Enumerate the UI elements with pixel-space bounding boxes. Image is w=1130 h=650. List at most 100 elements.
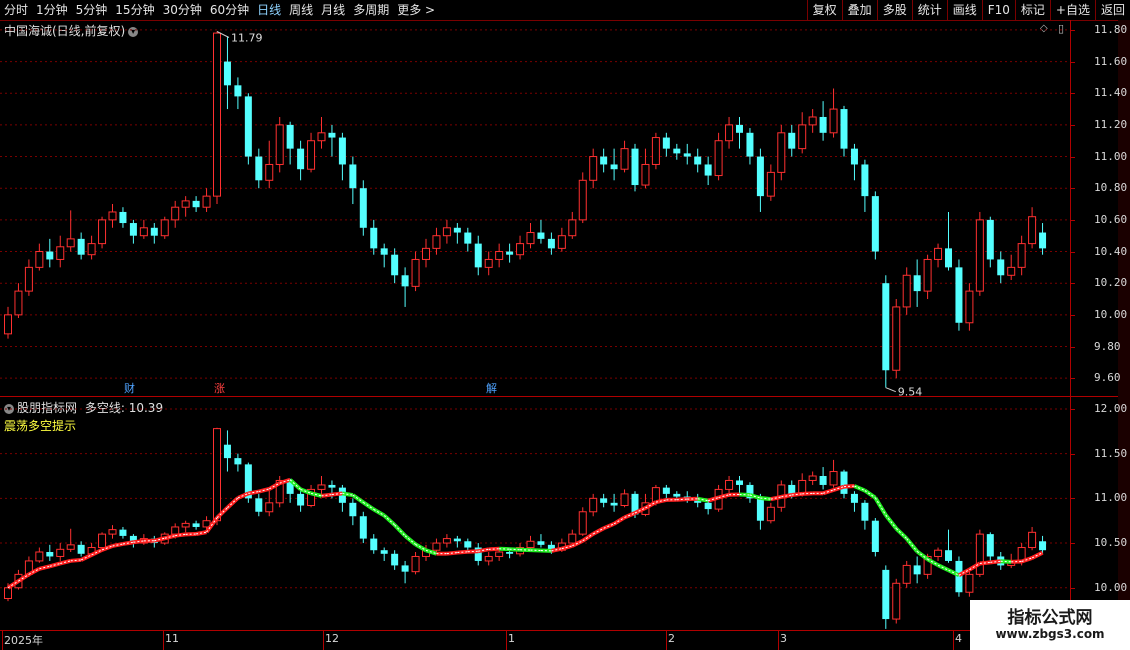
sub-y-tick-label: 11.50	[1094, 446, 1128, 460]
main-candle-body	[850, 148, 858, 165]
sub-candle-body	[46, 552, 54, 557]
main-candle-body	[432, 235, 441, 249]
sub-y-tick	[1070, 498, 1075, 500]
sub-candle-body	[265, 502, 274, 513]
sub-candle-body	[349, 502, 357, 517]
bull-bear-dash	[1000, 560, 1012, 563]
main-candle-body	[307, 140, 316, 170]
main-candle-body	[861, 164, 869, 197]
main-candle-body	[24, 266, 33, 292]
main-candle-body	[516, 243, 525, 256]
main-candle-body	[98, 219, 107, 245]
high-price-label: 11.79	[231, 31, 263, 44]
main-candle-body	[537, 232, 545, 239]
main-candle-body	[829, 108, 838, 134]
main-candle-body	[892, 306, 901, 371]
main-y-tick-label: 11.20	[1094, 117, 1128, 131]
main-candle-body	[600, 156, 608, 165]
main-candle-body	[975, 219, 984, 292]
main-candle-body	[819, 116, 827, 133]
sub-candle-body	[902, 564, 911, 584]
sub-candle-body	[506, 552, 514, 554]
event-marker-2[interactable]: 解	[484, 380, 499, 396]
sub-candle-body	[1039, 541, 1047, 551]
sub-candle-body	[840, 471, 848, 494]
main-candle-body	[223, 61, 231, 86]
main-candle-body	[1028, 216, 1037, 245]
main-candle-body	[557, 235, 566, 249]
sub-candle-body	[526, 540, 535, 549]
main-y-tick-label: 11.60	[1094, 54, 1128, 68]
main-candle-body	[255, 156, 263, 181]
main-candle-body	[578, 179, 587, 221]
x-tick-label: 3	[780, 632, 787, 645]
main-y-tick-label: 9.80	[1094, 339, 1121, 353]
main-candle-body	[160, 219, 169, 237]
sub-candle-body	[181, 522, 190, 528]
bull-bear-dash	[467, 550, 479, 553]
sub-candle-body	[934, 549, 943, 557]
main-candle-body	[56, 246, 65, 260]
main-candle-body	[150, 227, 158, 236]
main-candle-body	[359, 188, 367, 228]
main-candle-body	[913, 275, 921, 292]
main-candle-body	[871, 196, 879, 252]
sub-candle-body	[600, 498, 608, 503]
main-y-tick-label: 11.40	[1094, 86, 1128, 100]
main-candle-body	[651, 137, 660, 165]
main-candle-body	[338, 137, 346, 165]
main-y-tick-label: 10.20	[1094, 276, 1128, 290]
main-y-tick-label: 11.00	[1094, 149, 1128, 163]
main-candle-body	[442, 227, 451, 237]
main-candle-body	[955, 267, 963, 323]
main-candle-body	[589, 156, 598, 181]
sub-candle-body	[464, 541, 472, 548]
sub-candle-body	[411, 555, 420, 573]
main-candle-body	[265, 163, 274, 181]
main-candle-body	[986, 219, 994, 260]
watermark-url: www.zbgs3.com	[995, 627, 1105, 641]
main-candle-body	[484, 258, 493, 268]
main-candle-body	[1007, 266, 1016, 276]
main-candle-body	[766, 171, 775, 197]
sub-candle-body	[537, 541, 545, 545]
main-candle-body	[808, 116, 817, 126]
sub-candle-body	[401, 565, 409, 572]
event-marker-0[interactable]: 财	[122, 380, 137, 396]
main-y-tick	[1070, 251, 1075, 253]
main-candle-body	[777, 132, 786, 173]
price-chart[interactable]: 11.79 9.54	[0, 0, 1130, 650]
x-tick	[2, 630, 3, 650]
sub-candle-body	[662, 487, 670, 494]
main-candle-body	[934, 247, 943, 260]
event-marker-1[interactable]: 涨	[212, 380, 227, 396]
bull-bear-dash	[676, 498, 688, 501]
main-candle-body	[391, 254, 399, 276]
x-tick	[953, 630, 954, 650]
sub-candle-body	[725, 479, 734, 490]
sub-candle-body	[871, 520, 879, 552]
main-candle-body	[1039, 232, 1047, 249]
sub-candle-body	[819, 476, 827, 485]
sub-candle-body	[945, 550, 952, 561]
sub-candle-body	[788, 484, 796, 494]
main-candle-body	[902, 274, 911, 308]
main-candle-body	[129, 223, 137, 236]
sub-y-tick	[1070, 587, 1075, 589]
sub-candle-body	[620, 493, 629, 507]
sub-candle-body	[766, 506, 775, 522]
main-y-tick	[1070, 283, 1075, 285]
x-tick-label: 1	[508, 632, 515, 645]
x-tick	[778, 630, 779, 650]
sub-y-tick-label: 10.50	[1094, 536, 1128, 550]
sub-candle-body	[56, 548, 65, 557]
sub-candle-body	[213, 428, 221, 522]
main-candle-body	[77, 238, 85, 255]
main-candle-body	[422, 247, 430, 260]
main-y-tick	[1070, 378, 1075, 380]
main-candle-body	[923, 258, 932, 292]
sub-candle-body	[736, 480, 743, 485]
main-candle-body	[746, 132, 754, 157]
sub-candle-body	[704, 502, 712, 510]
sub-candle-body	[673, 493, 681, 497]
